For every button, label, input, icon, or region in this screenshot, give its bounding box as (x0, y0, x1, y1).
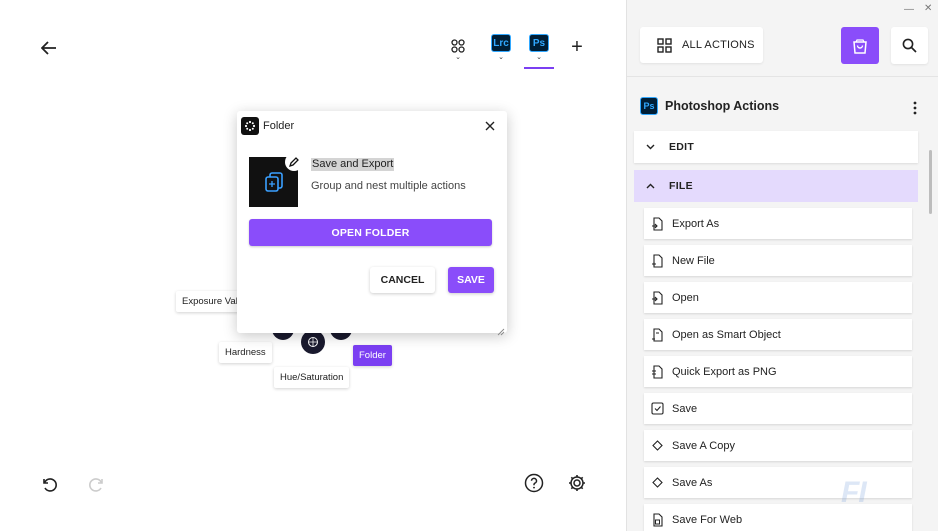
tab-photoshop[interactable]: Ps ⌄ (524, 34, 554, 69)
folder-description: Group and nest multiple actions (311, 180, 466, 192)
section-edit[interactable]: EDIT (634, 131, 918, 163)
gear-icon (569, 475, 585, 491)
diamond-icon (650, 438, 665, 453)
action-label: New File (672, 254, 715, 267)
chip-hue-saturation[interactable]: Hue/Saturation (274, 367, 350, 388)
back-button[interactable] (36, 35, 62, 61)
arrow-left-icon (41, 41, 56, 55)
ps-badge: Ps (529, 34, 549, 52)
chevron-up-icon (646, 183, 655, 189)
more-options-button[interactable] (909, 99, 921, 117)
action-new-file[interactable]: New File (644, 245, 912, 276)
pencil-icon (288, 157, 299, 168)
action-save-for-web[interactable]: Save For Web (644, 504, 912, 531)
undo-button[interactable] (37, 472, 61, 496)
panel-title: Photoshop Actions (665, 99, 780, 113)
chevron-down-icon (646, 144, 655, 150)
open-file-icon (650, 290, 665, 305)
edit-name-button[interactable] (285, 153, 303, 171)
folder-dialog: Folder Save and Export Group and nest mu… (237, 111, 507, 336)
action-label: Save As (672, 476, 713, 489)
search-icon (902, 38, 917, 53)
action-label: Quick Export as PNG (672, 365, 777, 378)
redo-button[interactable] (85, 472, 109, 496)
action-open[interactable]: Open (644, 282, 912, 313)
diamond-icon (650, 475, 665, 490)
window-close-button[interactable]: ✕ (924, 3, 932, 14)
all-actions-label: ALL ACTIONS (682, 39, 755, 51)
radial-node[interactable] (301, 330, 325, 354)
section-file-label: FILE (669, 180, 693, 192)
shopping-bag-icon (853, 38, 867, 54)
panel-divider (627, 76, 938, 77)
action-export-as[interactable]: Export As (644, 208, 912, 239)
section-edit-label: EDIT (669, 141, 695, 153)
apps-button[interactable]: ⌄ (446, 34, 470, 66)
photoshop-icon: Ps (640, 97, 658, 115)
undo-icon (43, 478, 57, 492)
panel-header: Ps Photoshop Actions (640, 97, 779, 115)
all-actions-button[interactable]: ALL ACTIONS (640, 27, 763, 63)
tab-lightroom-classic[interactable]: Lrc ⌄ (486, 34, 516, 66)
dialog-close-button[interactable] (483, 119, 497, 133)
action-label: Save A Copy (672, 439, 735, 452)
new-file-icon (650, 253, 665, 268)
section-file[interactable]: FILE (634, 170, 918, 202)
dialog-title: Folder (263, 120, 295, 132)
search-button[interactable] (891, 27, 928, 64)
folder-stack-icon (264, 172, 283, 192)
folder-logo-icon (241, 117, 259, 135)
chip-folder[interactable]: Folder (353, 345, 392, 366)
action-save[interactable]: Save (644, 393, 912, 424)
lrc-badge: Lrc (491, 34, 511, 52)
action-label: Open as Smart Object (672, 328, 781, 341)
chevron-down-icon: ⌄ (498, 54, 504, 61)
chip-hardness[interactable]: Hardness (219, 342, 272, 363)
action-quick-export-png[interactable]: Quick Export as PNG (644, 356, 912, 387)
web-save-icon (650, 512, 665, 527)
resize-handle[interactable] (497, 323, 505, 336)
window-minimize-button[interactable]: — (904, 4, 914, 15)
kebab-menu-icon (913, 101, 917, 115)
action-label: Save For Web (672, 513, 743, 526)
action-label: Save (672, 402, 698, 415)
settings-button[interactable] (565, 471, 589, 495)
export-icon (650, 216, 665, 231)
grid-icon (657, 37, 672, 53)
chevron-down-icon: ⌄ (536, 54, 542, 61)
actions-panel: — ✕ ALL ACTIONS Ps Photoshop Actions EDI… (626, 0, 938, 531)
apps-caret: ⌄ (455, 53, 461, 61)
save-button[interactable]: SAVE (448, 267, 494, 293)
panel-scrollbar[interactable] (929, 150, 932, 214)
dialog-header: Folder (241, 117, 294, 135)
watermark-logo: FI (841, 476, 867, 509)
redo-icon (89, 478, 103, 492)
cancel-button[interactable]: CANCEL (370, 267, 435, 293)
close-icon (485, 121, 495, 131)
png-export-icon (650, 364, 665, 379)
action-label: Export As (672, 217, 720, 230)
globe-icon (308, 337, 318, 347)
action-save-a-copy[interactable]: Save A Copy (644, 430, 912, 461)
smart-object-icon (650, 327, 665, 342)
canvas-area: ⌄ Lrc ⌄ Ps ⌄ + Exposure Value Hardness H… (0, 0, 626, 531)
action-label: Open (672, 291, 699, 304)
action-open-smart-object[interactable]: Open as Smart Object (644, 319, 912, 350)
open-folder-button[interactable]: OPEN FOLDER (249, 219, 492, 246)
file-actions-list: Export As New File Open Open as Smart Ob… (644, 208, 912, 531)
help-icon (524, 473, 544, 493)
add-profile-button[interactable]: + (566, 36, 588, 58)
chip-exposure-value[interactable]: Exposure Value (176, 291, 242, 312)
grid-icon (451, 38, 465, 53)
help-button[interactable] (522, 471, 546, 495)
folder-name-field[interactable]: Save and Export (311, 158, 395, 171)
action-save-as[interactable]: Save As (644, 467, 912, 498)
save-icon (650, 401, 665, 416)
marketplace-button[interactable] (841, 27, 879, 64)
